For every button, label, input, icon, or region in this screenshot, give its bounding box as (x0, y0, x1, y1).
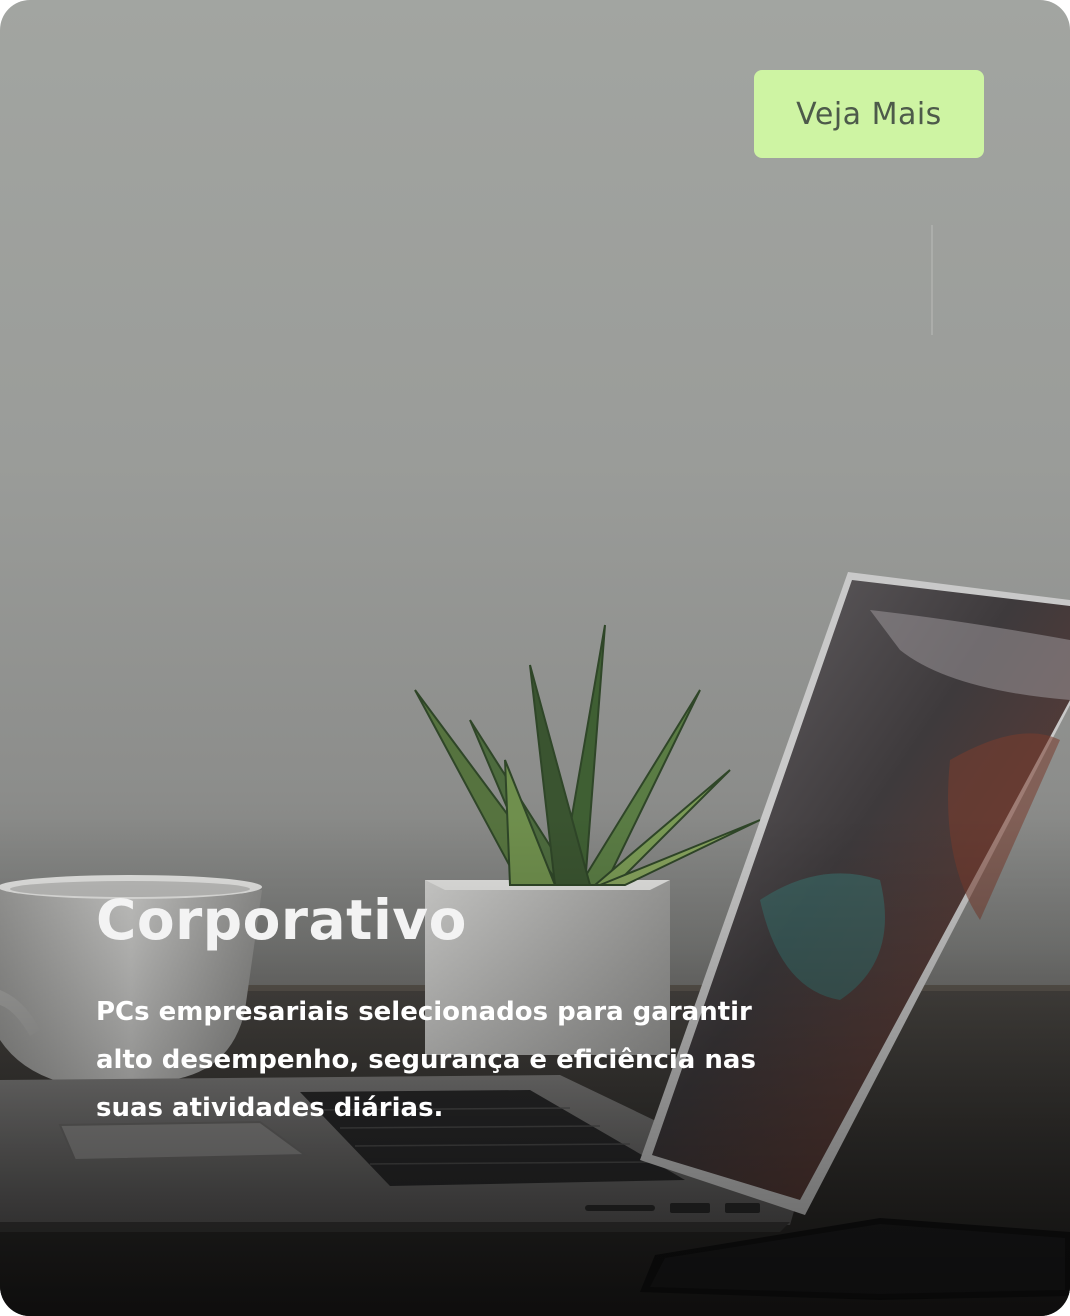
see-more-button[interactable]: Veja Mais (754, 70, 984, 158)
card-description: PCs empresariais selecionados para garan… (96, 997, 756, 1123)
card-title: Corporativo (96, 888, 467, 952)
succulent-plant (414, 624, 761, 886)
product-category-card[interactable]: Veja Mais Corporativo PCs empresariais s… (0, 0, 1070, 1316)
